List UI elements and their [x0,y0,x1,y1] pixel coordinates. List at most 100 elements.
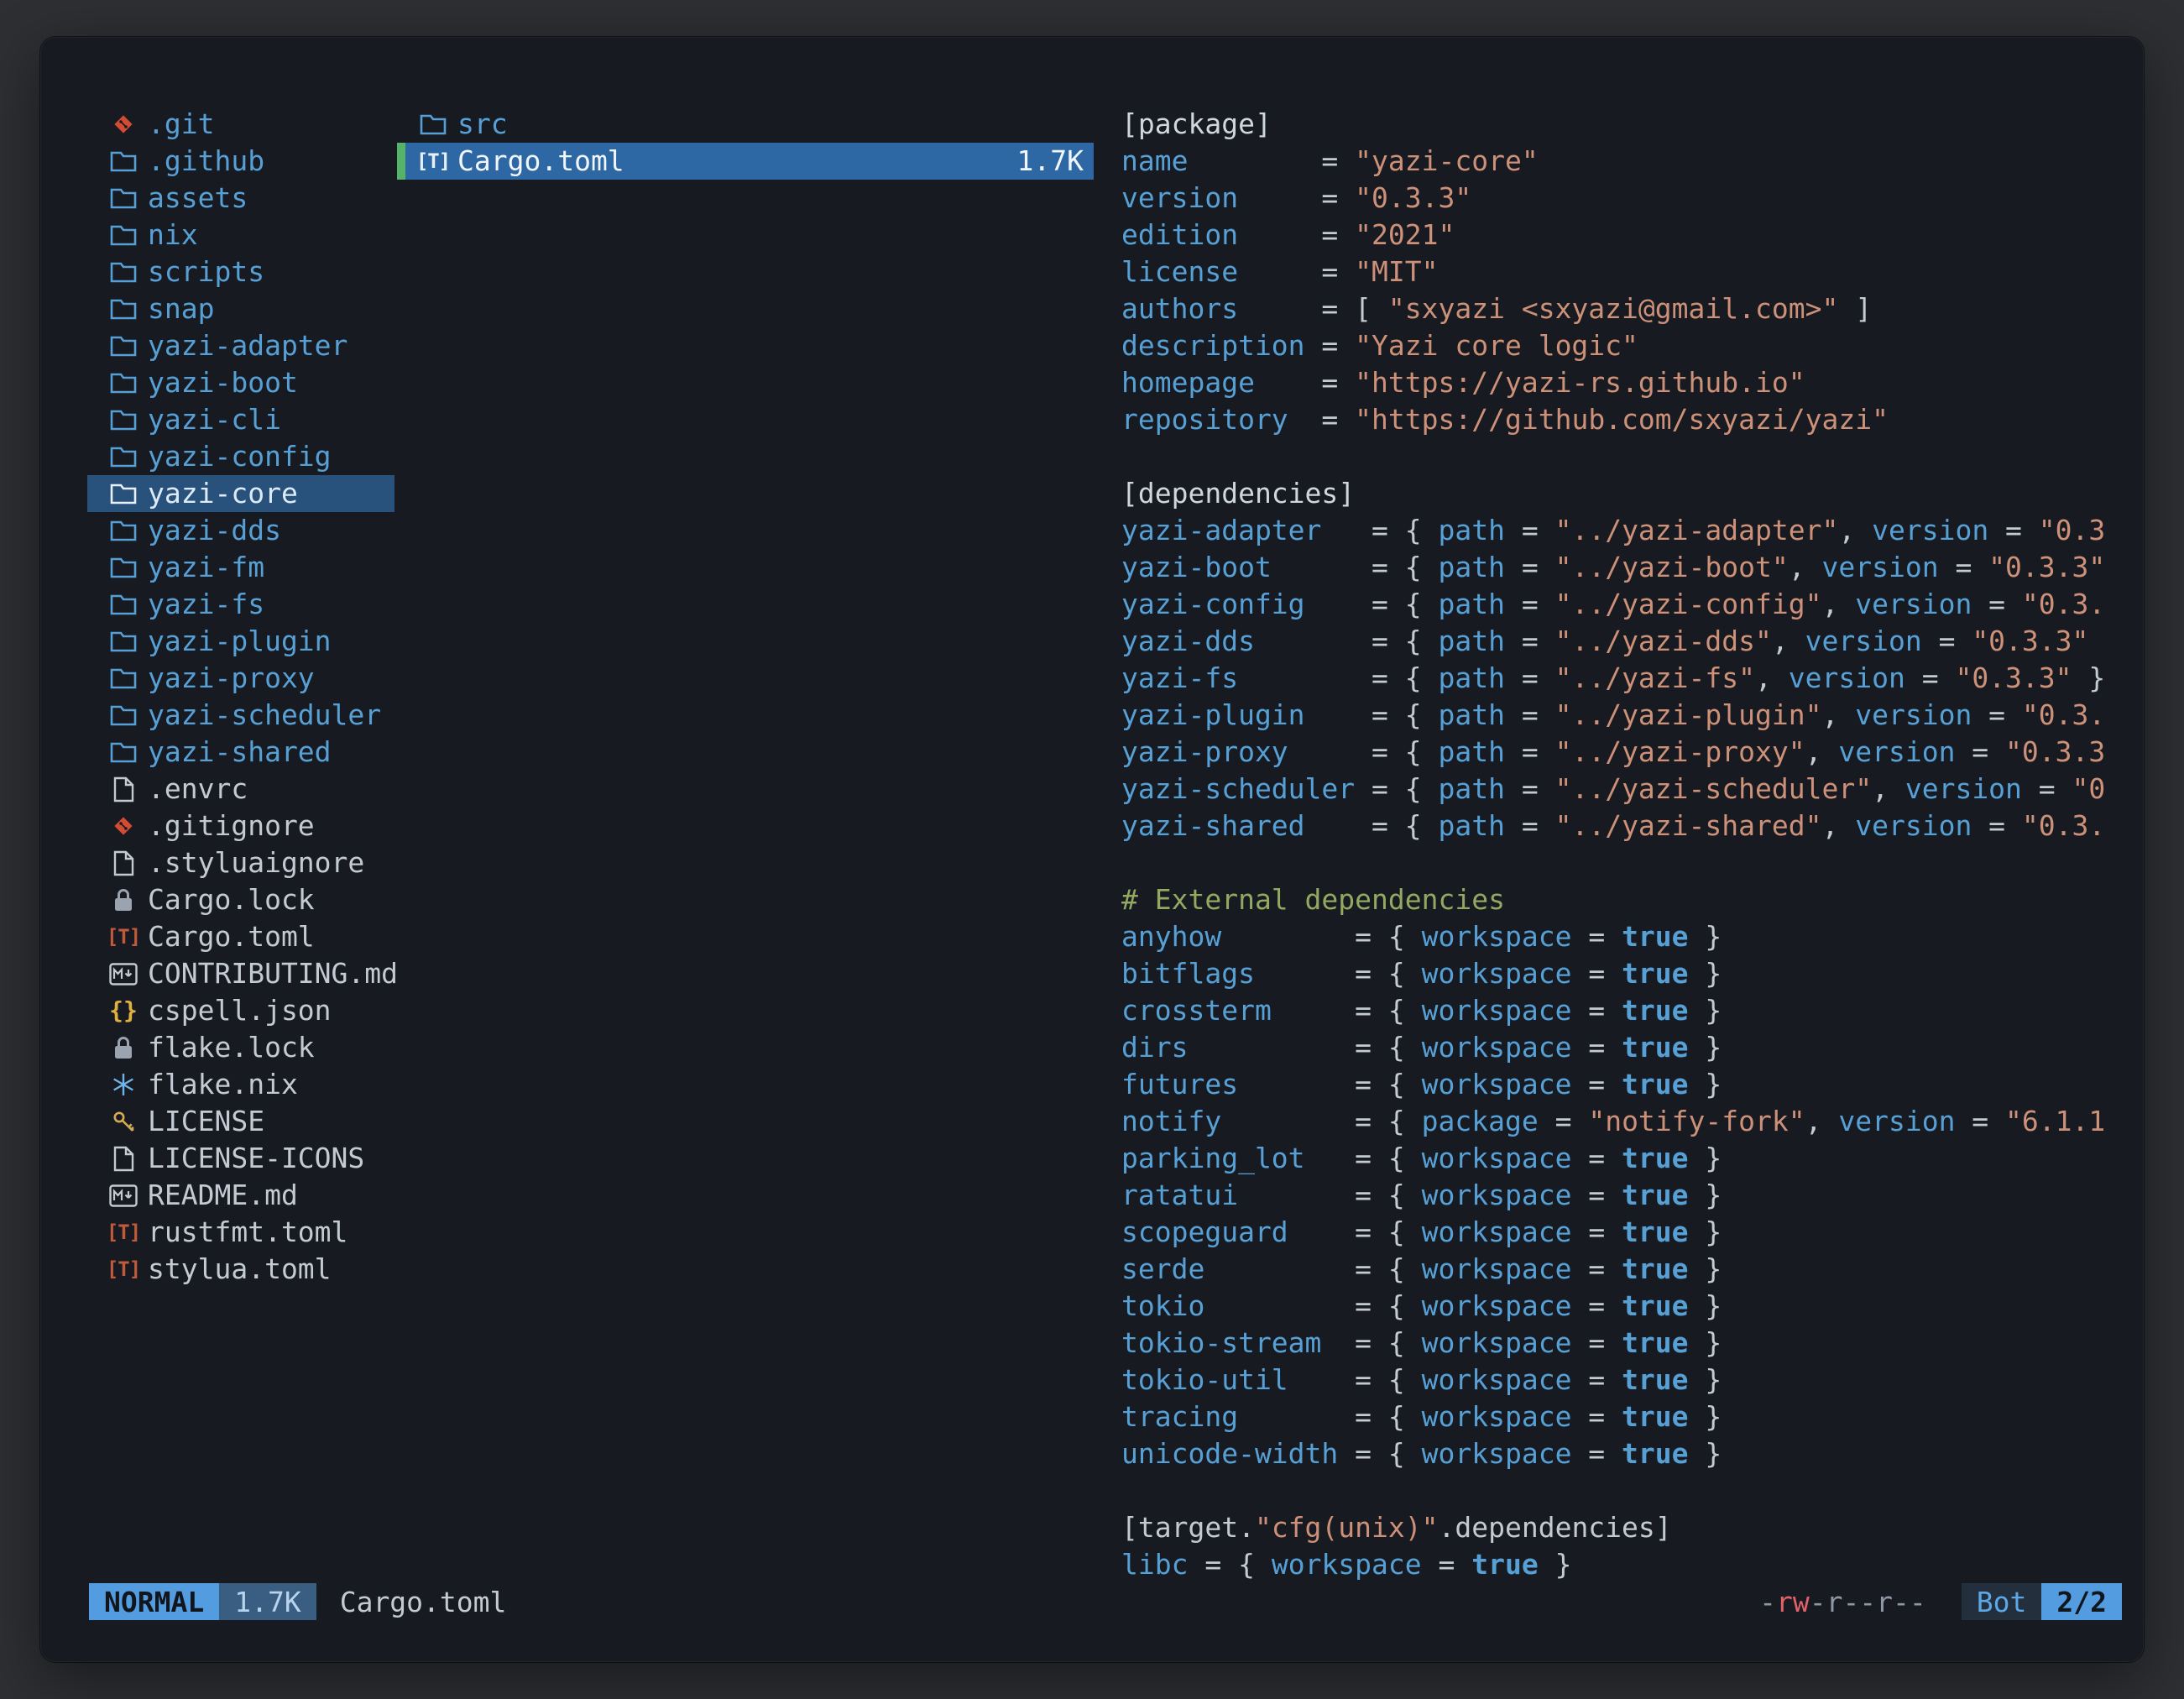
preview-pane: [package]name = "yazi-core"version = "0.… [1121,106,2122,1583]
folder-icon [104,520,143,542]
preview-line: anyhow = { workspace = true } [1121,918,2122,955]
folder-icon [104,667,143,690]
folder-icon [104,409,143,431]
file-label: yazi-boot [148,364,298,401]
git-icon [104,112,143,137]
file-row-yazi-adapter[interactable]: yazi-adapter [87,327,394,364]
file-size: 1.7K [1017,143,1094,180]
file-label: snap [148,290,214,327]
file-icon [104,776,143,802]
preview-line: unicode-width = { workspace = true } [1121,1435,2122,1472]
file-label: yazi-fm [148,549,264,586]
file-label: yazi-proxy [148,660,315,697]
file-row-nix[interactable]: nix [87,217,394,254]
file-row-.styluaignore[interactable]: .styluaignore [87,844,394,881]
file-label: assets [148,180,248,217]
file-row-src[interactable]: src [397,106,1094,143]
folder-icon [104,557,143,579]
file-row-Cargo.toml[interactable]: [T]Cargo.toml [87,918,394,955]
file-row-yazi-scheduler[interactable]: yazi-scheduler [87,697,394,734]
file-row-yazi-fs[interactable]: yazi-fs [87,586,394,623]
folder-icon [414,113,452,136]
folder-icon [104,630,143,653]
preview-line: name = "yazi-core" [1121,143,2122,180]
file-row-flake.nix[interactable]: flake.nix [87,1066,394,1103]
file-row-yazi-dds[interactable]: yazi-dds [87,512,394,549]
preview-line: yazi-dds = { path = "../yazi-dds", versi… [1121,623,2122,660]
file-row-rustfmt.toml[interactable]: [T]rustfmt.toml [87,1214,394,1251]
file-row-README.md[interactable]: README.md [87,1177,394,1214]
file-permissions: -rw-r--r-- [1759,1586,1926,1618]
file-label: yazi-cli [148,401,281,438]
folder-icon [104,298,143,321]
folder-icon [104,741,143,764]
file-row-snap[interactable]: snap [87,290,394,327]
preview-line: yazi-fs = { path = "../yazi-fs", version… [1121,660,2122,697]
file-icon [104,1146,143,1172]
file-row-.gitignore[interactable]: .gitignore [87,808,394,844]
file-row-LICENSE[interactable]: LICENSE [87,1103,394,1140]
nix-icon [104,1072,143,1097]
preview-line: homepage = "https://yazi-rs.github.io" [1121,364,2122,401]
file-row-CONTRIBUTING.md[interactable]: CONTRIBUTING.md [87,955,394,992]
file-row-.git[interactable]: .git [87,106,394,143]
file-label: yazi-adapter [148,327,347,364]
file-row-Cargo.toml[interactable]: [T]Cargo.toml1.7K [397,143,1094,180]
file-label: scripts [148,254,264,290]
file-row-Cargo.lock[interactable]: Cargo.lock [87,881,394,918]
file-label: LICENSE [148,1103,264,1140]
preview-line: yazi-config = { path = "../yazi-config",… [1121,586,2122,623]
file-label: Cargo.toml [148,918,315,955]
file-row-cspell.json[interactable]: {}cspell.json [87,992,394,1029]
preview-line: [dependencies] [1121,475,2122,512]
preview-line: bitflags = { workspace = true } [1121,955,2122,992]
preview-line: [package] [1121,106,2122,143]
preview-line: tokio-util = { workspace = true } [1121,1362,2122,1398]
preview-line: yazi-proxy = { path = "../yazi-proxy", v… [1121,734,2122,771]
file-row-yazi-plugin[interactable]: yazi-plugin [87,623,394,660]
file-label: nix [148,217,198,254]
preview-line [1121,1472,2122,1509]
folder-icon [104,261,143,284]
lock-icon [104,1035,143,1061]
file-row-yazi-proxy[interactable]: yazi-proxy [87,660,394,697]
file-row-yazi-boot[interactable]: yazi-boot [87,364,394,401]
file-size-badge: 1.7K [219,1583,316,1620]
current-pane: src[T]Cargo.toml1.7K [397,106,1094,180]
file-row-scripts[interactable]: scripts [87,254,394,290]
file-row-assets[interactable]: assets [87,180,394,217]
file-label: src [457,106,508,143]
file-icon [104,850,143,876]
file-label: yazi-fs [148,586,264,623]
preview-line: tokio = { workspace = true } [1121,1288,2122,1325]
toml-icon: [T] [414,143,452,180]
folder-icon [104,150,143,173]
file-row-.github[interactable]: .github [87,143,394,180]
folder-icon [104,187,143,210]
preview-line: crossterm = { workspace = true } [1121,992,2122,1029]
status-bar: NORMAL 1.7K Cargo.toml -rw-r--r-- Bot 2/… [89,1583,2122,1620]
file-label: .gitignore [148,808,315,844]
terminal-window: .git.githubassetsnixscriptssnapyazi-adap… [40,37,2144,1662]
preview-line: notify = { package = "notify-fork", vers… [1121,1103,2122,1140]
file-row-stylua.toml[interactable]: [T]stylua.toml [87,1251,394,1288]
file-row-yazi-core[interactable]: yazi-core [87,475,394,512]
folder-icon [104,704,143,727]
file-row-yazi-config[interactable]: yazi-config [87,438,394,475]
status-right: -rw-r--r-- Bot 2/2 [1759,1583,2122,1620]
markdown-icon [104,1184,143,1207]
lock-icon [104,887,143,913]
file-row-yazi-cli[interactable]: yazi-cli [87,401,394,438]
file-row-flake.lock[interactable]: flake.lock [87,1029,394,1066]
toml-icon: [T] [104,1214,143,1251]
file-row-LICENSE-ICONS[interactable]: LICENSE-ICONS [87,1140,394,1177]
toml-icon: [T] [104,918,143,955]
file-row-.envrc[interactable]: .envrc [87,771,394,808]
desktop: { "colors": { "frame_background": "#2d2f… [0,0,2184,1699]
file-label: stylua.toml [148,1251,332,1288]
file-row-yazi-shared[interactable]: yazi-shared [87,734,394,771]
license-icon [104,1109,143,1134]
file-row-yazi-fm[interactable]: yazi-fm [87,549,394,586]
preview-line: parking_lot = { workspace = true } [1121,1140,2122,1177]
status-filename: Cargo.toml [340,1586,507,1618]
